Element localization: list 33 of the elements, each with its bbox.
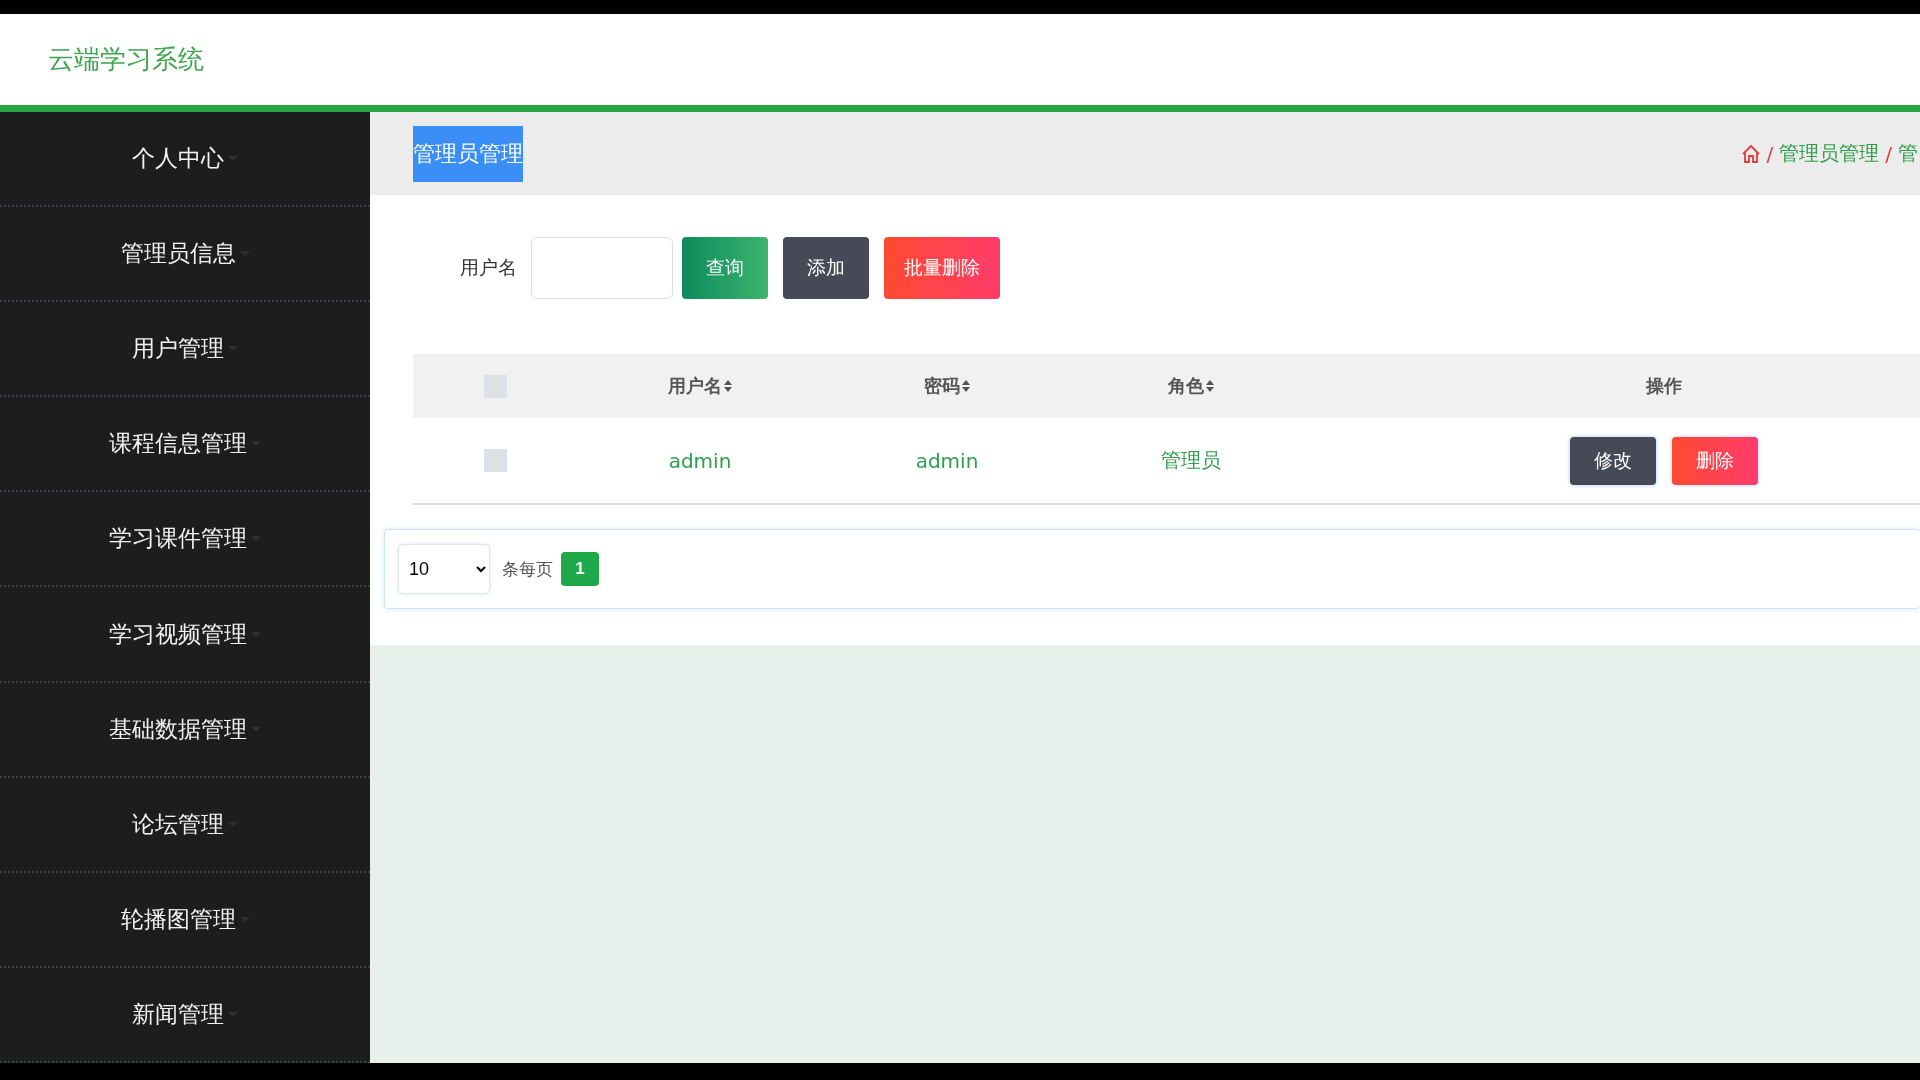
sort-icon[interactable]: [1204, 379, 1215, 393]
sidebar-item[interactable]: 新闻管理: [132, 998, 224, 1030]
page-size-select[interactable]: 10: [398, 544, 490, 594]
sidebar-item[interactable]: 学习视频管理: [109, 618, 247, 650]
table-cell: 管理员: [1161, 447, 1221, 474]
sidebar-item[interactable]: 基础数据管理: [109, 713, 247, 745]
page-size-label: 条每页: [502, 557, 553, 581]
add-button[interactable]: 添加: [783, 237, 869, 299]
column-header[interactable]: 角色: [1167, 374, 1204, 398]
sort-icon[interactable]: [722, 379, 733, 393]
sidebar-item[interactable]: 用户管理: [132, 333, 224, 365]
search-field[interactable]: [531, 237, 673, 299]
site-title: 云端学习系统: [48, 43, 204, 76]
table-cell: admin: [668, 448, 732, 473]
column-header[interactable]: 密码: [923, 374, 960, 398]
breadcrumb-separator: /: [1766, 141, 1774, 166]
sidebar-item[interactable]: 课程信息管理: [109, 428, 247, 460]
sort-icon[interactable]: [960, 379, 971, 393]
table-cell: admin: [915, 448, 979, 473]
sidebar-item[interactable]: 个人中心: [132, 143, 224, 175]
column-header[interactable]: 用户名: [667, 374, 722, 398]
sidebar-item[interactable]: 管理员信息: [120, 238, 236, 270]
edit-button[interactable]: 修改: [1570, 436, 1656, 485]
search-button[interactable]: 查询: [682, 237, 768, 299]
page-title: 管理员管理: [413, 125, 523, 182]
field-label: 用户名: [460, 255, 517, 280]
home-icon[interactable]: [1740, 143, 1761, 164]
sidebar-item[interactable]: 学习课件管理: [109, 523, 247, 555]
sidebar-item[interactable]: 论坛管理: [132, 808, 224, 840]
breadcrumb-separator: /: [1885, 141, 1892, 166]
checkbox[interactable]: [483, 449, 507, 472]
sidebar-item[interactable]: 轮播图管理: [120, 903, 236, 935]
column-header: 操作: [1646, 374, 1682, 398]
